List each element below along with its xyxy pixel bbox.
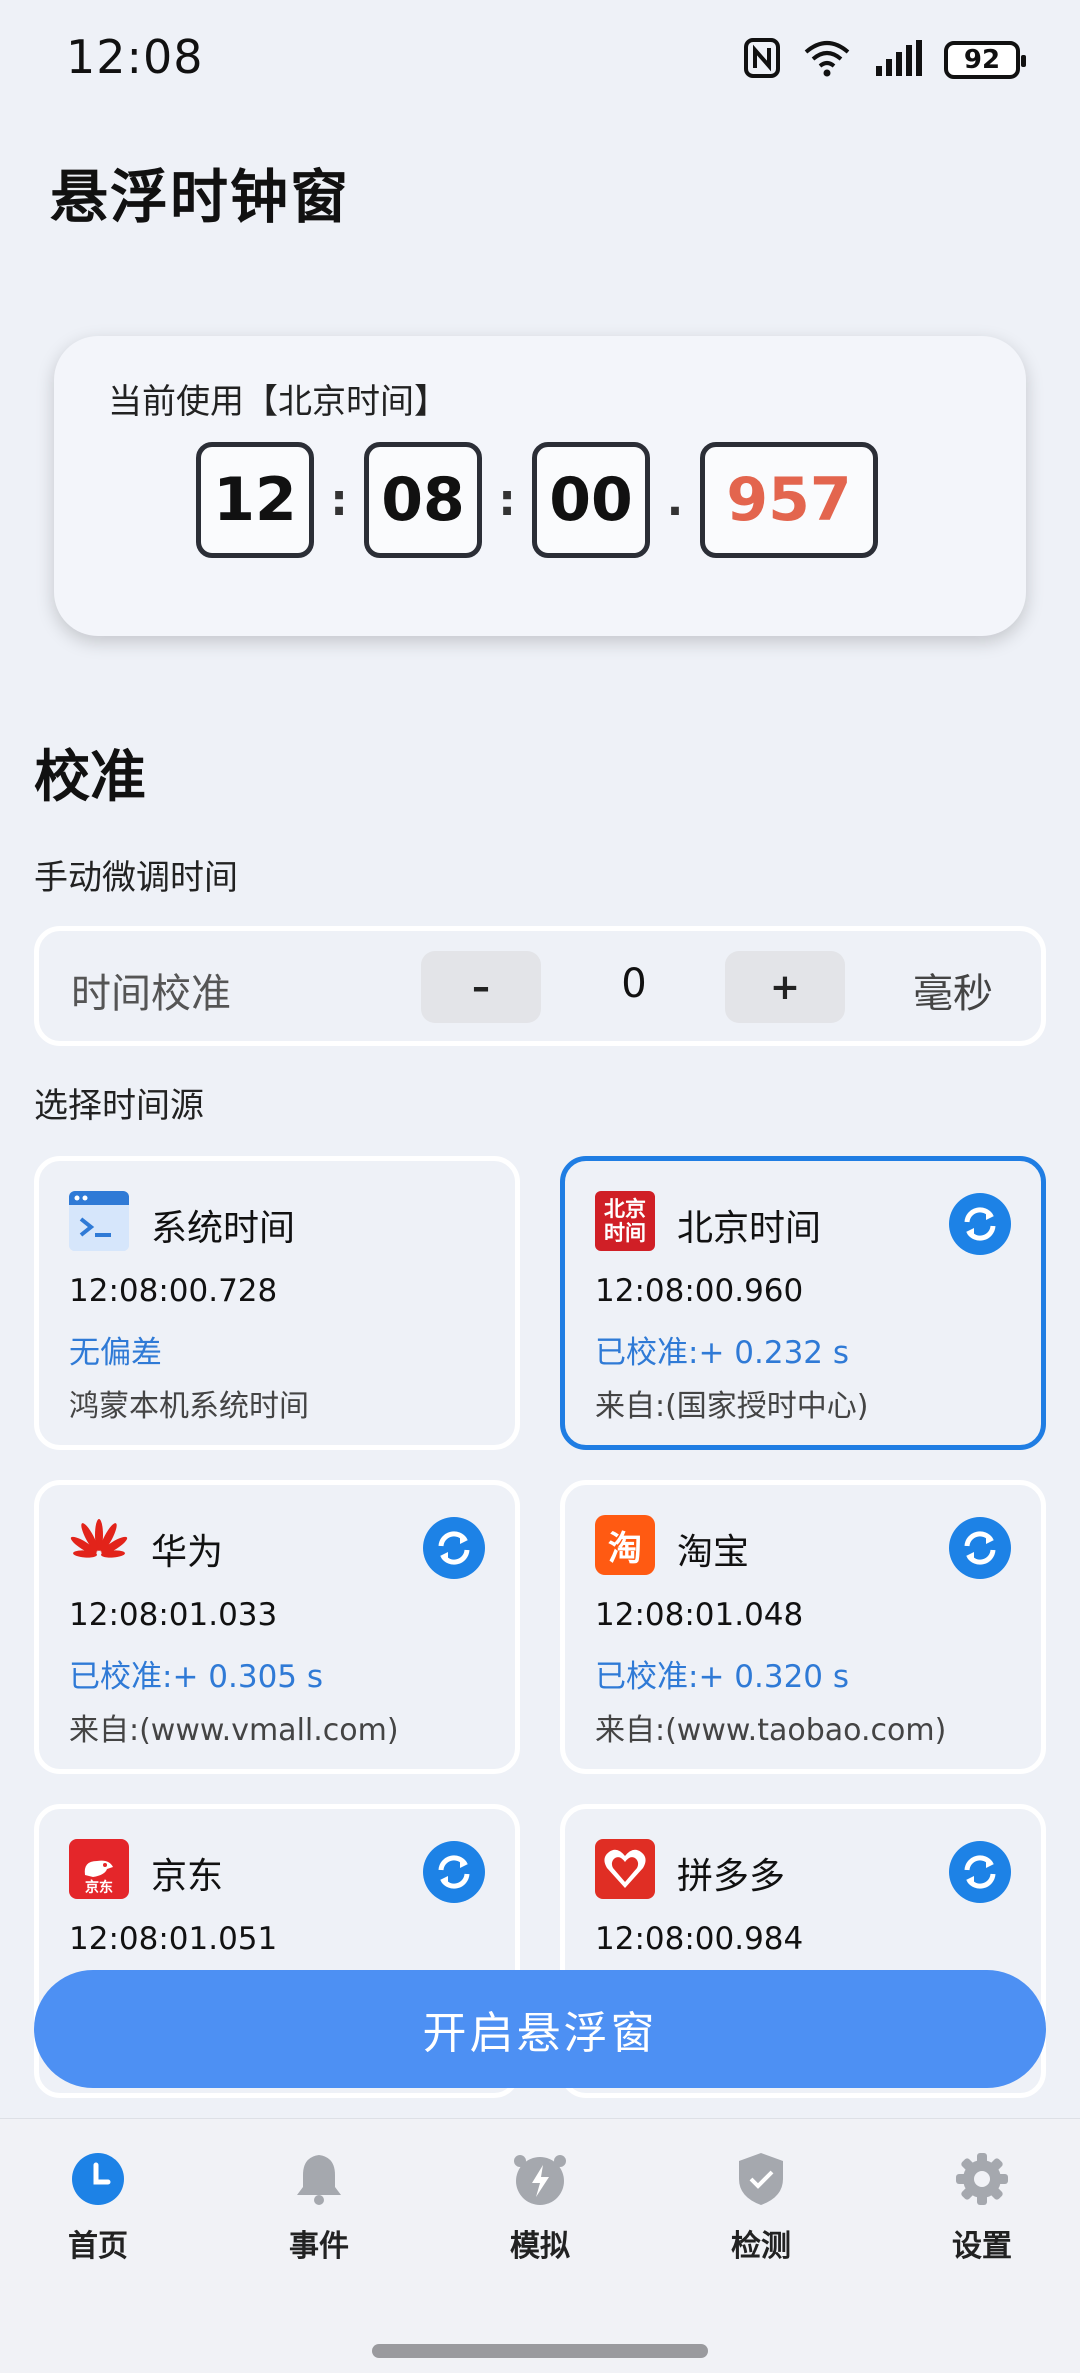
beijing-time-icon: 北京 时间 xyxy=(595,1191,655,1251)
source-card-system[interactable]: 系统时间 12:08:00.728 无偏差 鸿蒙本机系统时间 xyxy=(34,1156,520,1450)
source-time: 12:08:01.051 xyxy=(69,1921,278,1957)
manual-adjust-label: 手动微调时间 xyxy=(34,858,238,898)
clock-digits: 12 : 08 : 00 . 957 xyxy=(196,442,878,558)
taobao-logo-text: 淘 xyxy=(608,1528,642,1569)
refresh-icon xyxy=(964,1855,996,1889)
increment-button[interactable]: + xyxy=(725,951,845,1023)
nav-label: 首页 xyxy=(68,2229,128,2264)
source-card-taobao[interactable]: 淘 淘宝 12:08:01.048 已校准:+ 0.320 s 来自:(www.… xyxy=(560,1480,1046,1774)
source-time: 12:08:00.984 xyxy=(595,1921,804,1957)
source-name: 系统时间 xyxy=(151,1208,296,1249)
status-time: 12:08 xyxy=(66,30,204,84)
status-icons: 92 xyxy=(744,38,1026,82)
nav-item-detect[interactable]: 检测 xyxy=(691,2149,831,2265)
nav-item-settings[interactable]: 设置 xyxy=(912,2149,1052,2265)
battery-icon: 92 xyxy=(944,41,1026,79)
nav-item-events[interactable]: 事件 xyxy=(249,2149,389,2265)
shield-icon xyxy=(731,2149,791,2209)
source-origin: 来自:(www.vmall.com) xyxy=(69,1713,399,1748)
open-float-window-button[interactable]: 开启悬浮窗 xyxy=(34,1970,1046,2088)
battery-level: 92 xyxy=(963,45,1001,75)
source-time: 12:08:00.960 xyxy=(595,1273,804,1309)
decrement-button[interactable]: – xyxy=(421,951,541,1023)
nav-label: 设置 xyxy=(952,2229,1012,2264)
source-time: 12:08:01.048 xyxy=(595,1597,804,1633)
refresh-icon xyxy=(438,1531,470,1565)
calibration-unit: 毫秒 xyxy=(913,971,993,1017)
bottom-nav: 首页 事件 模拟 检测 设置 xyxy=(0,2118,1080,2373)
calibration-field-label: 时间校准 xyxy=(71,971,231,1017)
source-name: 拼多多 xyxy=(677,1856,786,1897)
clock-separator: : xyxy=(498,474,516,526)
calibration-stepper: 时间校准 – 0 + 毫秒 xyxy=(34,926,1046,1046)
clock-minutes: 08 xyxy=(364,442,482,558)
source-time: 12:08:01.033 xyxy=(69,1597,278,1633)
clock-card: 当前使用【北京时间】 12 : 08 : 00 . 957 xyxy=(54,336,1026,636)
terminal-icon xyxy=(69,1191,129,1251)
huawei-icon xyxy=(69,1515,129,1575)
clock-caption: 当前使用【北京时间】 xyxy=(108,382,448,422)
time-source-label: 选择时间源 xyxy=(34,1086,204,1126)
refresh-button[interactable] xyxy=(423,1841,485,1903)
wifi-icon xyxy=(802,38,852,82)
source-origin: 来自:(www.taobao.com) xyxy=(595,1713,947,1748)
pinduoduo-icon xyxy=(595,1839,655,1899)
clock-hours: 12 xyxy=(196,442,314,558)
beijing-logo-text: 时间 xyxy=(604,1220,646,1245)
refresh-button[interactable] xyxy=(949,1517,1011,1579)
source-time: 12:08:00.728 xyxy=(69,1273,278,1309)
refresh-icon xyxy=(964,1207,996,1241)
refresh-button[interactable] xyxy=(949,1193,1011,1255)
source-card-beijing[interactable]: 北京 时间 北京时间 12:08:00.960 已校准:+ 0.232 s 来自… xyxy=(560,1156,1046,1450)
page-title: 悬浮时钟窗 xyxy=(50,163,351,231)
nfc-icon xyxy=(744,38,780,82)
signal-icon xyxy=(874,40,922,80)
clock-icon xyxy=(68,2149,128,2209)
source-name: 京东 xyxy=(151,1856,224,1897)
refresh-icon xyxy=(964,1531,996,1565)
source-name: 淘宝 xyxy=(677,1532,750,1573)
status-bar: 12:08 92 xyxy=(0,0,1080,120)
source-name: 北京时间 xyxy=(677,1208,822,1249)
source-origin: 鸿蒙本机系统时间 xyxy=(69,1389,309,1424)
clock-separator: : xyxy=(330,474,348,526)
refresh-button[interactable] xyxy=(423,1517,485,1579)
jd-logo-text: 京东 xyxy=(85,1880,113,1896)
calibration-value: 0 xyxy=(621,961,647,1007)
source-card-huawei[interactable]: 华为 12:08:01.033 已校准:+ 0.305 s 来自:(www.vm… xyxy=(34,1480,520,1774)
lightning-icon xyxy=(510,2149,570,2209)
clock-separator: . xyxy=(666,474,684,526)
home-indicator[interactable] xyxy=(372,2344,708,2358)
nav-item-home[interactable]: 首页 xyxy=(28,2149,168,2265)
nav-label: 模拟 xyxy=(510,2229,570,2264)
refresh-icon xyxy=(438,1855,470,1889)
source-status: 已校准:+ 0.305 s xyxy=(69,1659,324,1695)
taobao-icon: 淘 xyxy=(595,1515,655,1575)
source-status: 无偏差 xyxy=(69,1335,162,1371)
source-status: 已校准:+ 0.320 s xyxy=(595,1659,850,1695)
nav-label: 检测 xyxy=(731,2229,791,2264)
nav-label: 事件 xyxy=(289,2229,349,2264)
clock-seconds: 00 xyxy=(532,442,650,558)
beijing-logo-text: 北京 xyxy=(604,1196,646,1221)
jd-icon: 京东 xyxy=(69,1839,129,1899)
clock-millis: 957 xyxy=(700,442,878,558)
bell-icon xyxy=(289,2149,349,2209)
nav-item-simulate[interactable]: 模拟 xyxy=(470,2149,610,2265)
gear-icon xyxy=(952,2149,1012,2209)
source-origin: 来自:(国家授时中心) xyxy=(595,1389,869,1424)
source-name: 华为 xyxy=(151,1532,224,1573)
calibration-section-title: 校准 xyxy=(34,745,146,810)
source-status: 已校准:+ 0.232 s xyxy=(595,1335,850,1371)
refresh-button[interactable] xyxy=(949,1841,1011,1903)
